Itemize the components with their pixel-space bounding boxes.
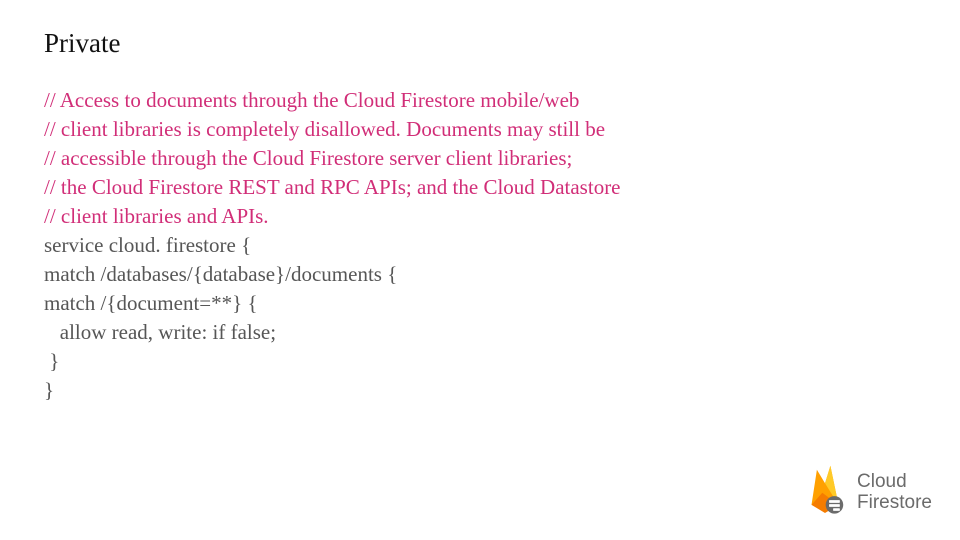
firestore-logo-text: Cloud Firestore: [857, 472, 932, 514]
logo-line-1: Cloud: [857, 472, 932, 493]
code-line: }: [44, 349, 59, 373]
slide-title: Private: [44, 28, 120, 59]
comment-line: // client libraries and APIs.: [44, 204, 269, 228]
code-line: service cloud. firestore {: [44, 233, 251, 257]
comment-line: // Access to documents through the Cloud…: [44, 88, 579, 112]
code-block: // Access to documents through the Cloud…: [44, 86, 914, 405]
code-line: match /{document=**} {: [44, 291, 258, 315]
comment-line: // accessible through the Cloud Firestor…: [44, 146, 572, 170]
logo-line-2: Firestore: [857, 493, 932, 514]
code-line: allow read, write: if false;: [44, 320, 276, 344]
comment-line: // client libraries is completely disall…: [44, 117, 605, 141]
firestore-flame-icon: [803, 463, 847, 522]
slide: Private // Access to documents through t…: [0, 0, 960, 540]
code-line: }: [44, 378, 54, 402]
firestore-logo: Cloud Firestore: [803, 463, 932, 522]
code-line: match /databases/{database}/documents {: [44, 262, 397, 286]
comment-line: // the Cloud Firestore REST and RPC APIs…: [44, 175, 621, 199]
